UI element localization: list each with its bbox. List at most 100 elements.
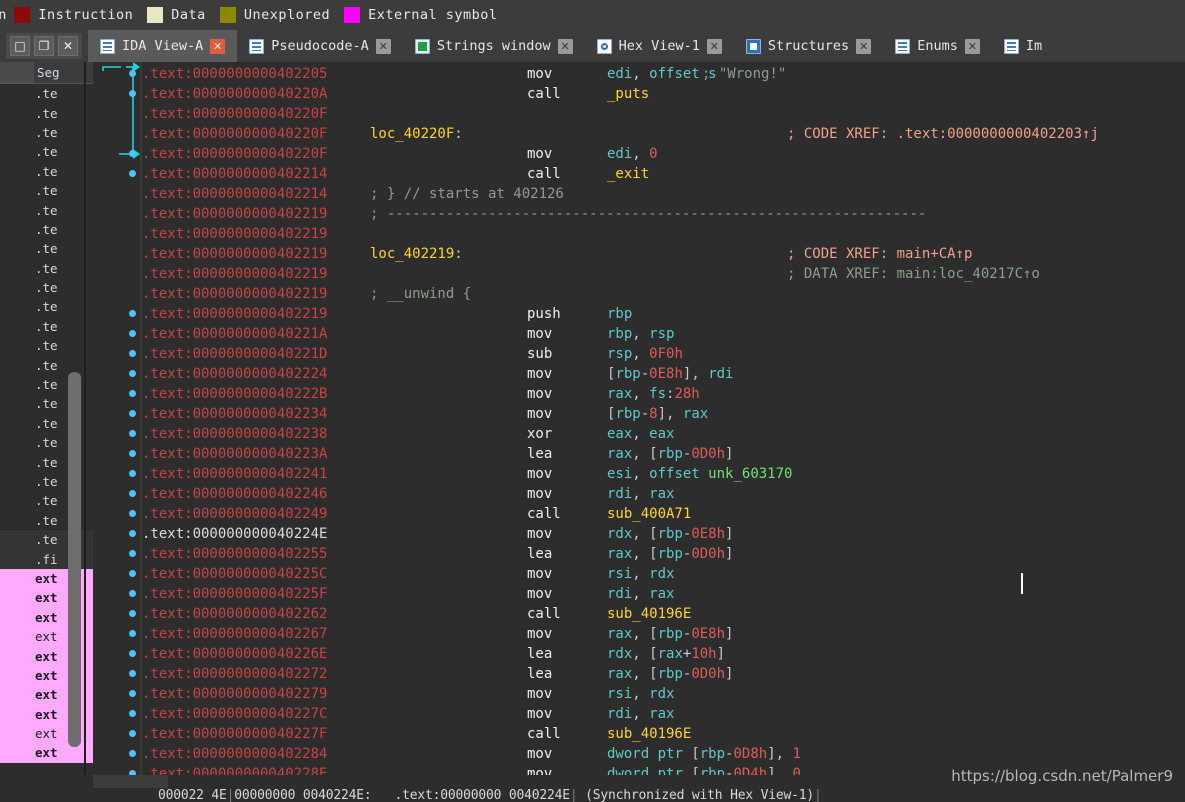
segment-row[interactable]: .te — [0, 317, 93, 336]
tab-strings-window[interactable]: Strings window ✕ — [403, 30, 585, 62]
code-line[interactable]: .text:0000000000402234 — [142, 404, 327, 424]
instruction-marker-dot — [129, 370, 136, 377]
code-line[interactable]: .text:0000000000402219 — [142, 224, 327, 244]
tab-ida-view-a[interactable]: IDA View-A ✕ — [88, 30, 238, 62]
segment-row-label: .te — [35, 86, 58, 102]
instruction-operands: rax, [rbp-0D0h] — [607, 546, 734, 562]
segment-row[interactable]: ext — [0, 743, 93, 763]
segment-row[interactable]: .te — [0, 84, 93, 103]
maximize-icon[interactable]: □ — [10, 36, 30, 56]
code-line[interactable]: .text:000000000040220F — [142, 144, 327, 164]
code-line[interactable]: .text:0000000000402219 — [142, 244, 327, 264]
code-line[interactable]: .text:000000000040227F — [142, 724, 327, 744]
code-lines-container[interactable]: .text:0000000000402205 mov edi, offset s; … — [142, 62, 1185, 775]
code-line[interactable]: .text:000000000040224E — [142, 524, 327, 544]
instruction-operands: sub_400A71 — [607, 506, 692, 522]
tab-hex-view-1[interactable]: Hex View-1 ✕ — [585, 30, 734, 62]
code-line[interactable]: .text:000000000040226E — [142, 644, 327, 664]
instruction-marker-dot — [129, 690, 136, 697]
segment-row-label: .te — [35, 221, 58, 237]
segment-row[interactable]: .te — [0, 162, 93, 181]
enums-icon — [895, 38, 911, 54]
segment-row[interactable]: .te — [0, 355, 93, 374]
tab-pseudocode-a[interactable]: Pseudocode-A ✕ — [237, 30, 403, 62]
code-label[interactable]: loc_402219: — [370, 244, 463, 264]
segment-row[interactable]: .te — [0, 336, 93, 355]
instruction-mnemonic: sub — [527, 346, 553, 362]
instruction-operands: [rbp-0E8h], rdi — [607, 366, 734, 382]
instruction-operands: rax, fs:28h — [607, 386, 700, 402]
tab-close-icon[interactable]: ✕ — [706, 38, 722, 54]
code-line[interactable]: .text:0000000000402267 — [142, 624, 327, 644]
segment-row-label: .te — [35, 241, 58, 257]
tab-im[interactable]: Im — [992, 30, 1054, 62]
tab-strip: □ ❐ ✕ IDA View-A ✕ Pseudocode-A ✕ Strings wi… — [0, 30, 1185, 62]
segment-row-label: .te — [35, 396, 58, 412]
code-line[interactable]: .text:000000000040227C — [142, 704, 327, 724]
structures-icon — [745, 38, 761, 54]
data-color-swatch — [147, 7, 164, 23]
code-line[interactable]: .text:0000000000402219 — [142, 204, 327, 224]
instruction-marker-dot — [129, 70, 136, 77]
segment-row[interactable]: .te — [0, 142, 93, 161]
segment-row[interactable]: .te — [0, 278, 93, 297]
tab-close-icon[interactable]: ✕ — [856, 38, 872, 54]
code-line[interactable]: .text:0000000000402249 — [142, 504, 327, 524]
code-line[interactable]: .text:000000000040220F — [142, 104, 327, 124]
code-line[interactable]: .text:0000000000402262 — [142, 604, 327, 624]
code-line[interactable]: .text:0000000000402284 — [142, 744, 327, 764]
block-comment: ; __unwind { — [370, 286, 472, 302]
segment-row-label: ext — [35, 609, 58, 625]
code-line[interactable]: .text:0000000000402205 — [142, 64, 327, 84]
close-icon[interactable]: ✕ — [58, 36, 78, 56]
tab-close-icon[interactable]: ✕ — [964, 38, 980, 54]
segment-row-label: .te — [35, 377, 58, 393]
tab-enums[interactable]: Enums ✕ — [883, 30, 992, 62]
code-line[interactable]: .text:0000000000402246 — [142, 484, 327, 504]
legend-item-instruction: Instruction — [14, 7, 133, 23]
code-line[interactable]: .text:000000000040220A — [142, 84, 327, 104]
code-line[interactable]: .text:0000000000402279 — [142, 684, 327, 704]
code-label[interactable]: loc_40220F: — [370, 124, 463, 144]
segments-scrollbar-thumb[interactable] — [68, 372, 81, 747]
segment-row[interactable]: .te — [0, 181, 93, 200]
segment-row[interactable]: .te — [0, 239, 93, 258]
jump-arrows-graphic — [102, 62, 140, 159]
code-line[interactable]: .text:0000000000402219 — [142, 284, 327, 304]
code-line[interactable]: .text:0000000000402255 — [142, 544, 327, 564]
disassembly-view[interactable]: .text:0000000000402205 mov edi, offset s; … — [93, 62, 1185, 775]
tab-close-icon[interactable]: ✕ — [557, 38, 573, 54]
code-line[interactable]: .text:0000000000402272 — [142, 664, 327, 684]
code-line[interactable]: .text:000000000040221A — [142, 324, 327, 344]
code-line[interactable]: .text:0000000000402238 — [142, 424, 327, 444]
instruction-marker-dot — [129, 430, 136, 437]
tab-close-icon[interactable]: ✕ — [375, 38, 391, 54]
segment-row[interactable]: .te — [0, 123, 93, 142]
code-line[interactable]: .text:000000000040220F — [142, 124, 327, 144]
code-line[interactable]: .text:000000000040222B — [142, 384, 327, 404]
segment-row[interactable]: .te — [0, 220, 93, 239]
instruction-operands: rdx, [rax+10h] — [607, 646, 726, 662]
code-line[interactable]: .text:0000000000402219 — [142, 304, 327, 324]
tab-close-icon[interactable]: ✕ — [210, 38, 226, 54]
code-line[interactable]: .text:0000000000402214 — [142, 184, 327, 204]
unexplored-color-swatch — [219, 7, 236, 23]
instruction-operands: rax, [rbp-0E8h] — [607, 626, 734, 642]
segment-row[interactable]: .te — [0, 200, 93, 219]
segment-row-label: ext — [35, 667, 58, 683]
code-line[interactable]: .text:000000000040225F — [142, 584, 327, 604]
code-line[interactable]: .text:000000000040223A — [142, 444, 327, 464]
code-line[interactable]: .text:000000000040221D — [142, 344, 327, 364]
segment-row[interactable]: .te — [0, 103, 93, 122]
restore-icon[interactable]: ❐ — [34, 36, 54, 56]
code-line[interactable]: .text:0000000000402214 — [142, 164, 327, 184]
code-line[interactable]: .text:0000000000402219 — [142, 264, 327, 284]
segment-row-label: .te — [35, 299, 58, 315]
segment-row[interactable]: .te — [0, 297, 93, 316]
tab-structures[interactable]: Structures ✕ — [734, 30, 883, 62]
code-line[interactable]: .text:0000000000402224 — [142, 364, 327, 384]
segment-row[interactable]: .te — [0, 259, 93, 278]
code-line[interactable]: .text:000000000040228E — [142, 764, 327, 775]
code-line[interactable]: .text:0000000000402241 — [142, 464, 327, 484]
code-line[interactable]: .text:000000000040225C — [142, 564, 327, 584]
